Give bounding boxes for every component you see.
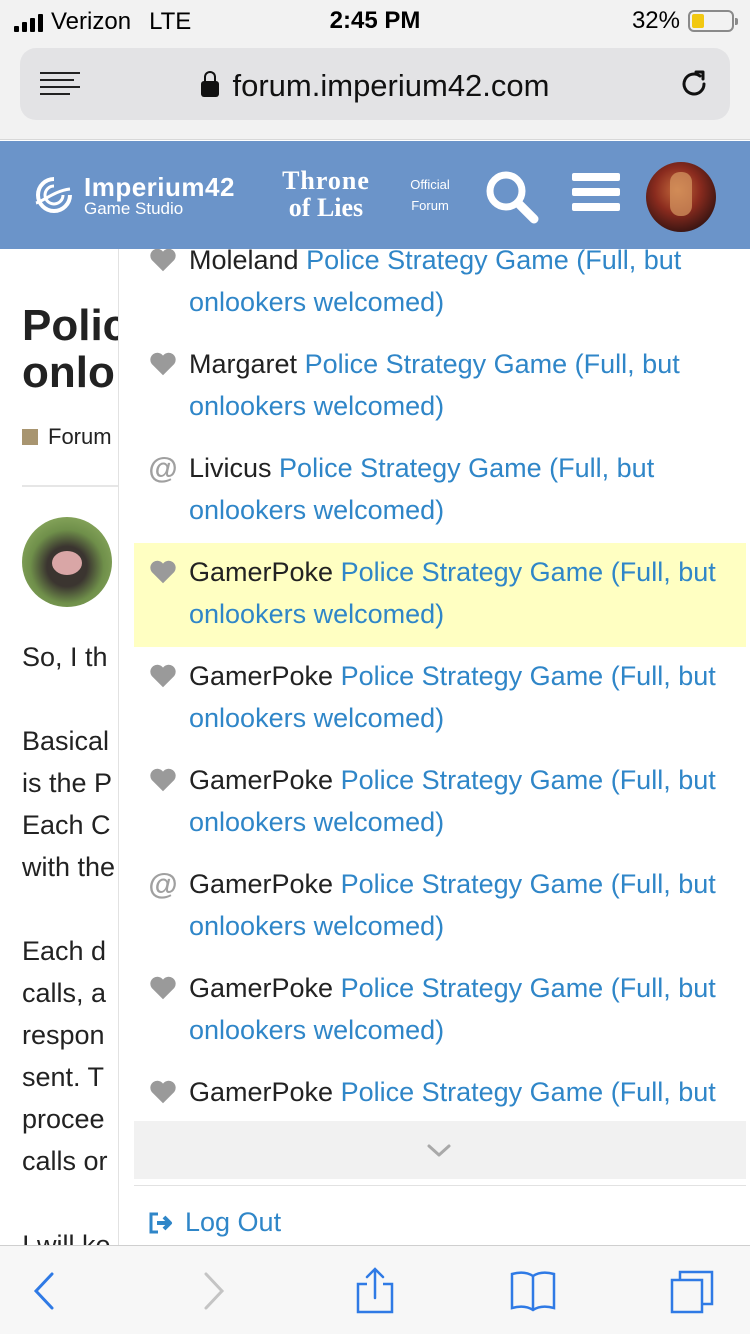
post-body-line: respon	[22, 1020, 105, 1050]
notification-username: GamerPoke	[189, 557, 334, 587]
breadcrumb-label: Forum	[48, 424, 112, 449]
show-more-button[interactable]	[134, 1121, 746, 1179]
sign-out-icon	[149, 1212, 172, 1233]
notification-item[interactable]: GamerPoke Police Strategy Game (Full, bu…	[134, 959, 746, 1063]
notification-item[interactable]: GamerPoke Police Strategy Game (Full, bu…	[134, 751, 746, 855]
game-title-line1: Throne	[282, 166, 370, 195]
notification-username: GamerPoke	[189, 973, 334, 1003]
chevron-down-icon	[427, 1144, 451, 1157]
notification-username: Moleland	[189, 249, 299, 275]
browser-toolbar	[0, 1245, 750, 1334]
forum-header: Imperium42 Game Studio Throne of Lies Of…	[0, 141, 750, 249]
post-body-line: sent. T	[22, 1062, 105, 1092]
game-title-line2: of Lies	[288, 193, 364, 223]
at-icon: @	[148, 868, 178, 901]
page-title: Polic onlo	[22, 302, 122, 396]
imperium42-logo[interactable]: Imperium42 Game Studio	[28, 173, 235, 217]
heart-icon	[147, 661, 179, 693]
post-body-line	[22, 888, 122, 930]
throne-of-lies-logo[interactable]: Throne of Lies	[266, 167, 386, 222]
heart-icon	[147, 973, 179, 1005]
notification-username: GamerPoke	[189, 765, 334, 795]
breadcrumb[interactable]: Forum	[22, 424, 112, 450]
url-display[interactable]: forum.imperium42.com	[20, 68, 730, 104]
notifications-list: Moleland Police Strategy Game (Full, but…	[134, 249, 746, 1167]
heart-icon	[147, 765, 179, 797]
battery-level	[692, 14, 704, 28]
notification-item[interactable]: Moleland Police Strategy Game (Full, but…	[134, 249, 746, 335]
heart-icon	[147, 1077, 179, 1109]
divider	[134, 1185, 746, 1186]
notification-username: GamerPoke	[189, 869, 334, 899]
at-icon: @	[148, 452, 178, 485]
battery-status: 32%	[631, 7, 738, 35]
notification-item[interactable]: GamerPoke Police Strategy Game (Full, bu…	[134, 543, 746, 647]
bookmarks-icon[interactable]	[508, 1266, 558, 1316]
notification-username: Livicus	[189, 453, 272, 483]
hamburger-menu-icon[interactable]	[572, 173, 620, 215]
post-body-line: Each d	[22, 936, 107, 966]
official-line1: Official	[410, 177, 450, 192]
heart-icon	[147, 557, 179, 589]
post-body-line: So, I th	[22, 642, 108, 672]
post-body-line: procee	[22, 1104, 105, 1134]
post-body-line: Basical	[22, 726, 110, 756]
notification-username: GamerPoke	[189, 661, 334, 691]
tabs-icon[interactable]	[668, 1266, 718, 1316]
notifications-dropdown: Moleland Police Strategy Game (Full, but…	[118, 249, 750, 1247]
heart-icon	[147, 249, 179, 277]
post-body-line: Each C	[22, 810, 111, 840]
logout-link[interactable]: Log Out	[147, 1207, 281, 1238]
post-body-line	[22, 678, 122, 720]
post-body-line: calls or	[22, 1146, 108, 1176]
back-icon[interactable]	[20, 1266, 70, 1316]
share-icon[interactable]	[350, 1266, 400, 1316]
post-body-line: is the P	[22, 768, 113, 798]
notification-username: Margaret	[189, 349, 298, 379]
post-body-line: with the	[22, 852, 116, 882]
user-avatar[interactable]	[646, 162, 716, 232]
category-color-icon	[22, 429, 38, 445]
heart-icon	[147, 349, 179, 381]
official-line2: Forum	[411, 197, 449, 213]
status-bar: Verizon LTE 2:45 PM 32%	[0, 0, 750, 40]
forward-icon[interactable]	[188, 1266, 238, 1316]
brand-subtitle: Game Studio	[84, 198, 184, 218]
post-body: So, I th Basical is the P Each C with the Eac…	[22, 636, 122, 1308]
logout-label: Log Out	[185, 1207, 282, 1237]
notification-item[interactable]: @ Livicus Police Strategy Game (Full, but…	[134, 439, 746, 543]
search-icon[interactable]	[482, 167, 540, 225]
notification-username: GamerPoke	[189, 1077, 334, 1107]
brand-name: Imperium42	[84, 171, 235, 202]
official-forum-label: Official Forum	[398, 175, 462, 217]
post-body-line: calls, a	[22, 978, 107, 1008]
divider	[22, 485, 122, 487]
page-title-line1: Polic	[22, 302, 122, 350]
author-avatar[interactable]	[22, 517, 112, 607]
battery-icon	[688, 10, 738, 32]
swirl-logo-icon	[35, 177, 72, 213]
reload-icon[interactable]	[676, 66, 712, 102]
battery-percent: 32%	[631, 7, 680, 34]
browser-address-area: forum.imperium42.com	[0, 40, 750, 140]
notification-item[interactable]: Margaret Police Strategy Game (Full, but…	[134, 335, 746, 439]
lock-icon	[200, 71, 219, 97]
notification-item[interactable]: GamerPoke Police Strategy Game (Full, bu…	[134, 647, 746, 751]
page-title-line2: onlo	[22, 348, 115, 396]
address-bar[interactable]: forum.imperium42.com	[20, 48, 730, 120]
url-text: forum.imperium42.com	[232, 68, 550, 103]
notification-item[interactable]: @ GamerPoke Police Strategy Game (Full, b…	[134, 855, 746, 959]
post-body-line	[22, 1182, 122, 1224]
